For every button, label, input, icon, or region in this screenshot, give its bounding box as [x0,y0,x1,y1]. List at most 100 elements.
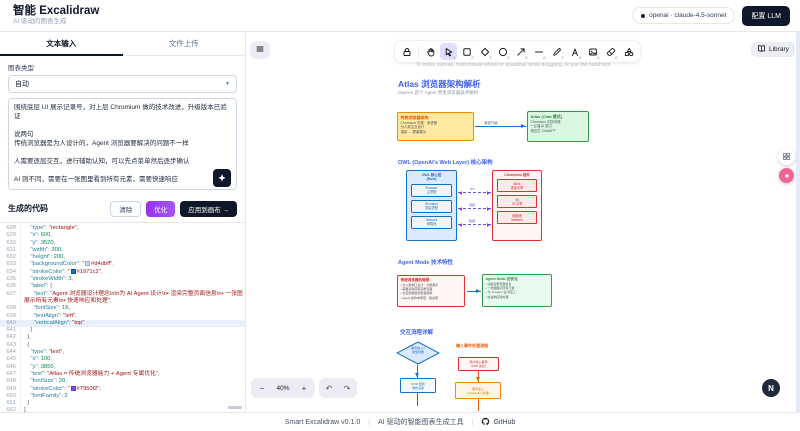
line-number: 637 [0,291,20,306]
hand-tool-button[interactable] [422,43,439,60]
lock-tool-button[interactable] [398,43,415,60]
selection-tool-button[interactable]: 1 [440,43,457,60]
arrow-connector[interactable] [467,291,481,292]
line-number: 638 [0,305,20,312]
ellipse-tool-button[interactable]: 4 [494,43,511,60]
zoom-out-button[interactable]: − [254,378,270,398]
shape-orange-box[interactable]: 事件注入 compositor 处理 [455,382,501,399]
code-line-content: }, [20,334,245,341]
line-number: 652 [0,407,20,412]
image-tool-button[interactable]: 9 [584,43,601,60]
code-line: 647 "text": "Atlas = 传统浏览器能力 + Agent 专属优… [0,371,245,378]
line-number: 639 [0,313,20,320]
diamond-tool-button[interactable]: 3 [476,43,493,60]
configure-llm-button[interactable]: 配置 LLM [742,6,790,26]
line-number: 651 [0,400,20,407]
tab-text-input[interactable]: 文本输入 [0,32,123,55]
ai-enhance-button[interactable] [213,169,231,187]
code-line: 628 "type": "rectangle", [0,225,245,232]
inner-box[interactable]: 网络栈 Network [497,211,537,224]
description-textarea[interactable]: 围绕底层 UI 展示记录号，对上层 Chromium 做的技术改进，升级版本已验… [8,98,237,190]
code-line-content: "x": 600, [20,232,245,239]
code-line: 650 "fontFamily": 2 [0,393,245,400]
canvas-scrollbar[interactable] [796,32,800,412]
eraser-tool-button[interactable]: 0 [602,43,619,60]
shape-blue-container[interactable]: OWL 核心层 (Rust) Browser 主进程 Renderer 渲染进程… [406,170,457,241]
tool-shortcut: 6 [543,55,545,60]
clear-button[interactable]: 清除 [110,201,141,217]
text-tool-button[interactable]: 8 [566,43,583,60]
shape-toolbar: 1 2 3 4 5 6 7 8 9 0 [395,41,640,62]
code-line-content: "type": "rectangle", [20,225,245,232]
code-line-content: "text": "Atlas = 传统浏览器能力 + Agent 专属优化", [20,371,245,378]
model-status-dot [641,14,645,18]
code-line: 646 "y": 3850, [0,364,245,371]
line-connector[interactable] [478,399,479,411]
shape-green-box[interactable]: Agent Mode 的优化 • 渲染完整页面信息 • 一张图展示所有元素 • … [482,274,552,307]
code-line-content: "verticalAlign": "top" [20,320,245,327]
library-button[interactable]: Library [751,42,795,57]
menu-button[interactable] [250,41,270,59]
shape-red-box[interactable]: 用户输入事件 (CDP 协议) [458,357,499,371]
line-tool-button[interactable]: 6 [530,43,547,60]
undo-button[interactable]: ↶ [321,380,337,396]
arrow-connector[interactable] [417,365,418,378]
zoom-level[interactable]: 40% [270,385,296,392]
inner-box[interactable]: Browser 主进程 [411,184,452,197]
assistant-badge[interactable] [779,168,794,183]
optimize-button[interactable]: 优化 [146,201,175,217]
apply-to-canvas-button[interactable]: 应用到画布 → [180,201,237,217]
inner-box[interactable]: Renderer 渲染进程 [411,200,452,213]
code-line: 642 }, [0,334,245,341]
model-selector[interactable]: openai · claude-4.5-sonnet [632,7,735,24]
shape-yellow-box[interactable]: 传统浏览器架构 Chromium 内核 · 多进程 为人类交互设计 渲染 → 屏… [397,112,474,141]
redo-button[interactable]: ↷ [339,380,355,396]
tool-shortcut: 0 [615,55,617,60]
container-title: Chromium 组件 [504,173,529,177]
rectangle-tool-button[interactable]: 2 [458,43,475,60]
arrow-connector[interactable] [478,371,479,382]
line-number: 628 [0,225,20,232]
line-connector[interactable] [417,393,418,406]
code-line: 651 } [0,400,245,407]
dashed-connector[interactable] [458,208,491,209]
dashed-connector[interactable] [458,224,491,225]
inner-box[interactable]: Blink 渲染引擎 [497,179,537,192]
more-shapes-button[interactable] [620,43,637,60]
tool-shortcut: 1 [453,55,455,60]
tab-file-upload[interactable]: 文件上传 [123,32,246,55]
diagram-title-s4: 交互流程详解 [400,328,433,336]
generated-code-editor[interactable]: 628 "type": "rectangle", 629 "x": 600, 6… [0,222,245,412]
inner-box[interactable]: V8 JS 引擎 [497,195,537,208]
extensions-icon [782,148,791,166]
github-link[interactable]: GitHub [481,417,515,428]
shape-blue-box[interactable]: DOM 更新 重新渲染 [400,378,436,393]
code-line-content: "text": "Agent 浏览器设计理念\n\n为 AI Agent 设计\… [20,291,245,306]
arrow-tool-button[interactable]: 5 [512,43,529,60]
extensions-button[interactable] [778,148,795,165]
code-line-content: "y": 3520, [20,240,245,247]
zoom-controls: − 40% + [251,378,315,398]
zoom-in-button[interactable]: + [296,378,312,398]
footer-separator: | [368,419,370,426]
line-number: 634 [0,269,20,276]
code-line-content: "backgroundColor": "#d4dbff", [20,261,245,268]
code-line: 643 { [0,342,245,349]
shape-red-box[interactable]: 传统浏览器的局限 • 为人类视口设计，分屏展示 • 需要滚动获取完整页面 • 交… [397,275,465,307]
shape-green-box[interactable]: Atlas (Chat 模式) Chromium 浏览内核 + 云端 AI 能力… [527,111,589,142]
draw-tool-button[interactable]: 7 [548,43,565,60]
code-line-content: "strokeWidth": 3, [20,276,245,283]
inner-box[interactable]: Network 网络栈 [411,216,452,229]
code-line: 639 "textAlign": "left", [0,313,245,320]
dashed-connector[interactable] [458,192,491,193]
code-line-content: { [20,342,245,349]
code-horizontal-scrollbar[interactable] [228,406,242,409]
arrow-connector[interactable] [475,126,526,127]
shape-red-container[interactable]: Chromium 组件 Blink 渲染引擎 V8 JS 引擎 网络栈 Netw… [492,170,542,241]
chart-type-label: 图表类型 [8,62,237,72]
drawing-canvas[interactable]: 1 2 3 4 5 6 7 8 9 0 Library To move canv… [246,32,800,412]
app-title-block: 智能 Excalidraw AI 驱动的图表生成 [13,5,99,26]
book-icon [757,44,766,55]
user-avatar[interactable]: N [762,379,780,397]
chart-type-select[interactable]: 自动 ▼ [8,75,237,93]
